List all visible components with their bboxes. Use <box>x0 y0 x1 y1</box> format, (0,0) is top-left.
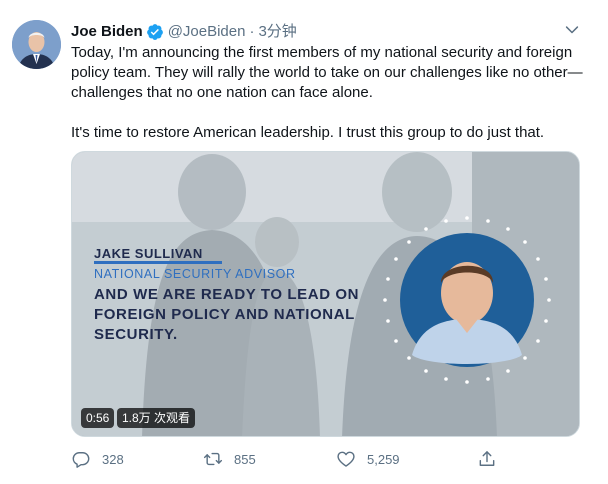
overlay-name: JAKE SULLIVAN <box>94 246 203 261</box>
tweet-header: Joe Biden @JoeBiden · 3分钟 <box>71 22 297 42</box>
overlay-role: NATIONAL SECURITY ADVISOR <box>94 267 296 281</box>
tweet[interactable]: Joe Biden @JoeBiden · 3分钟 Today, I'm ann… <box>0 0 608 484</box>
like-count: 5,259 <box>367 451 400 467</box>
tweet-text-paragraph-1: Today, I'm announcing the first members … <box>71 44 583 101</box>
timestamp[interactable]: 3分钟 <box>258 22 296 42</box>
portrait-with-stars <box>383 216 551 384</box>
tweet-actions: 328 855 5,259 <box>71 448 511 470</box>
tweet-text-paragraph-2: It's time to restore American leadership… <box>71 124 545 141</box>
avatar[interactable] <box>12 20 61 69</box>
avatar-image <box>12 20 61 69</box>
tweet-text: Today, I'm announcing the first members … <box>71 43 587 143</box>
retweet-button[interactable]: 855 <box>203 448 256 470</box>
share-button[interactable] <box>477 448 508 470</box>
video-duration: 0:56 <box>81 408 115 428</box>
verified-badge-icon <box>146 24 163 40</box>
reply-icon <box>72 452 90 468</box>
overlay-quote: AND WE ARE READY TO LEAD ON FOREIGN POLI… <box>94 286 360 343</box>
reply-button[interactable]: 328 <box>71 448 124 470</box>
like-button[interactable]: 5,259 <box>336 448 400 470</box>
chevron-down-icon[interactable] <box>562 20 582 40</box>
video-player[interactable]: JAKE SULLIVAN NATIONAL SECURITY ADVISOR … <box>71 151 580 437</box>
share-icon <box>479 451 495 466</box>
author-name[interactable]: Joe Biden <box>71 22 143 42</box>
heart-icon <box>337 451 355 467</box>
overlay-divider <box>94 261 222 264</box>
separator-dot: · <box>249 23 255 40</box>
reply-count: 328 <box>102 451 124 467</box>
video-view-count: 1.8万 次观看 <box>117 408 196 428</box>
author-handle[interactable]: @JoeBiden <box>168 22 246 42</box>
retweet-count: 855 <box>234 451 256 467</box>
retweet-icon <box>203 452 223 466</box>
